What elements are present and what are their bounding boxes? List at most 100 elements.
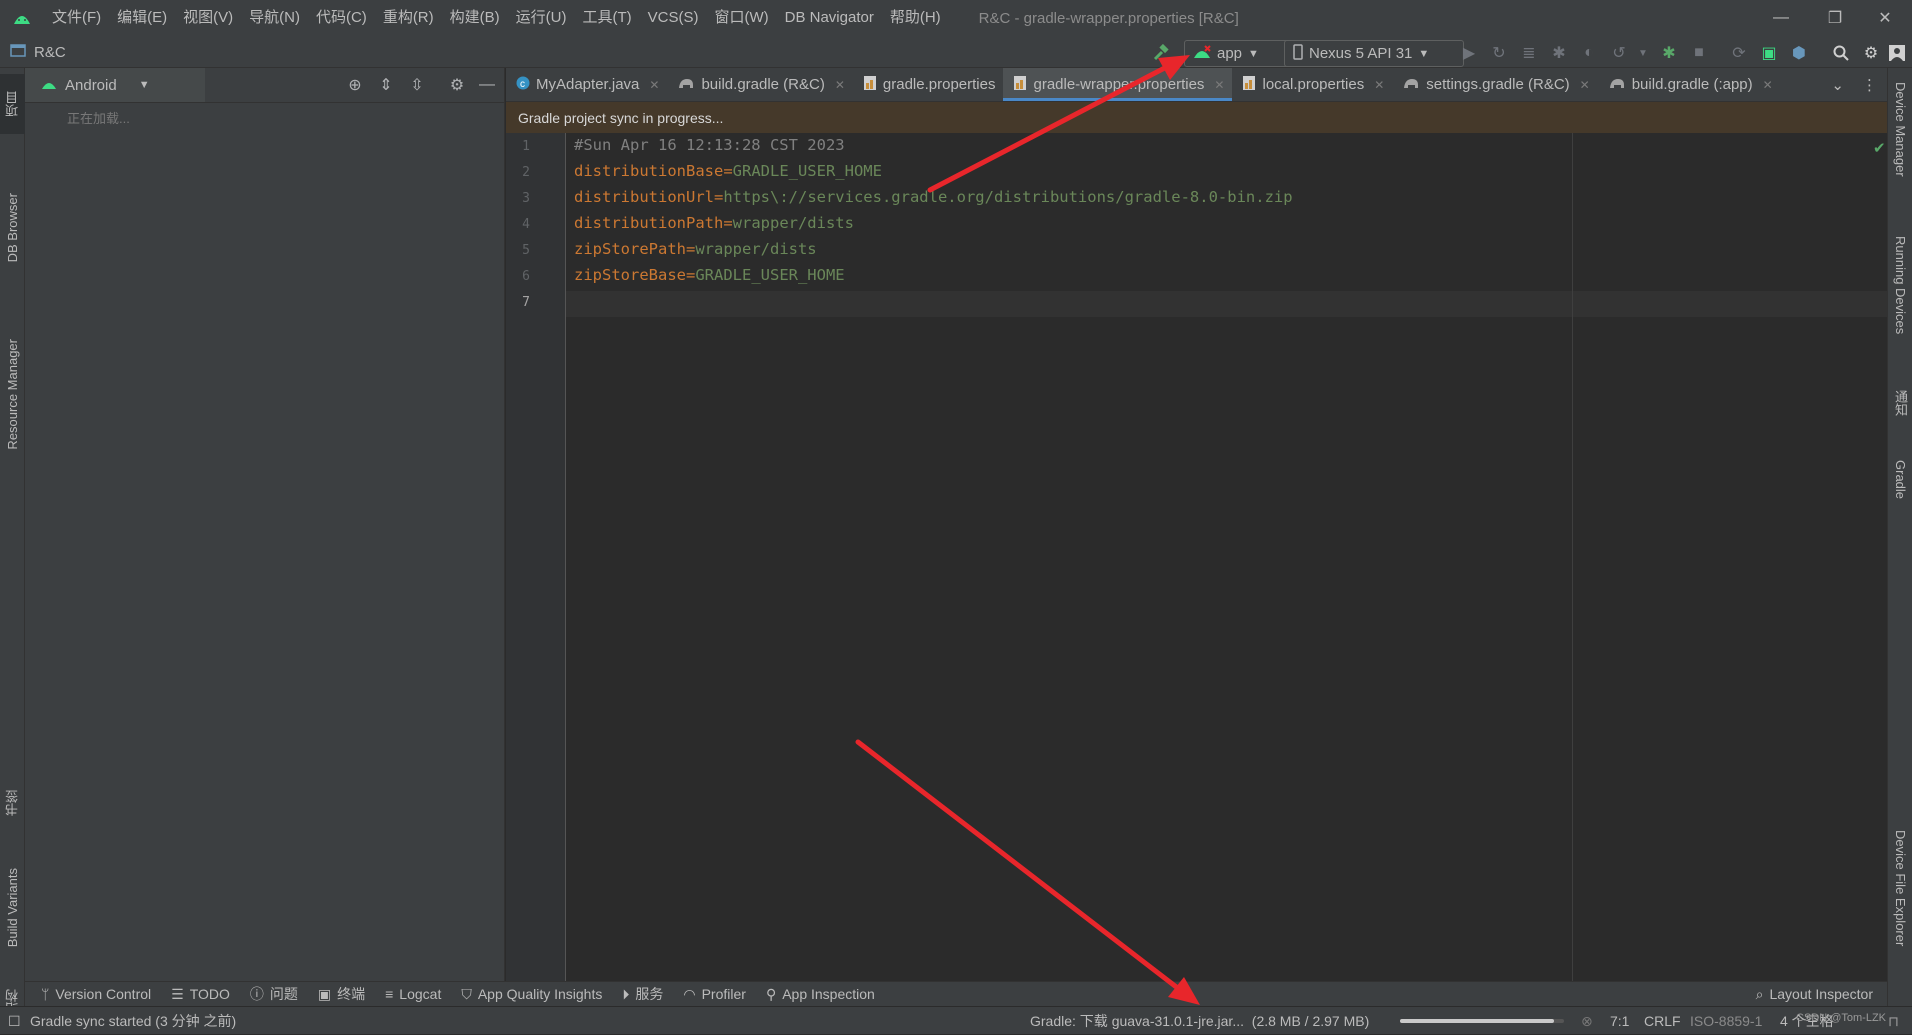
build-hammer-icon[interactable] (1150, 42, 1172, 64)
menu-help[interactable]: 帮助(H) (882, 0, 949, 36)
layout-inspector-icon: ⌕ (1755, 985, 1764, 1002)
cancel-task-icon[interactable]: ⊗ (1581, 1007, 1593, 1035)
tab-myadapter-java[interactable]: c MyAdapter.java ✕ (506, 68, 667, 101)
equals-sign: = (723, 162, 733, 180)
menu-db-navigator[interactable]: DB Navigator (777, 0, 882, 36)
caret-position[interactable]: 7:1 (1610, 1007, 1629, 1035)
close-tab-icon[interactable]: ✕ (1214, 78, 1224, 92)
sync-gradle-icon[interactable]: ⟳ (1728, 42, 1750, 64)
restore-button[interactable]: ❐ (1808, 0, 1862, 36)
tool-tab-profiler[interactable]: ◠ Profiler (673, 986, 756, 1003)
apply-changes-icon[interactable]: ↻ (1488, 42, 1510, 64)
tab-build-gradle-app[interactable]: build.gradle (:app) ✕ (1598, 68, 1781, 101)
tab-gradle-wrapper-properties[interactable]: gradle-wrapper.properties ✕ (1003, 68, 1233, 101)
close-tab-icon[interactable]: ✕ (649, 78, 659, 92)
window-title: R&C - gradle-wrapper.properties [R&C] (978, 9, 1239, 27)
tool-tab-problems[interactable]: ⓘ 问题 (240, 984, 308, 1004)
menu-tools[interactable]: 工具(T) (574, 0, 639, 36)
sdk-manager-icon[interactable]: ⬢ (1788, 42, 1810, 64)
settings-gear-icon[interactable]: ⚙ (1860, 42, 1882, 64)
file-encoding[interactable]: ISO-8859-1 (1690, 1007, 1762, 1035)
run-icon[interactable]: ▶ (1458, 42, 1480, 64)
more-options-icon[interactable]: ⋮ (1852, 68, 1887, 101)
status-message[interactable]: Gradle sync started (3 分钟 之前) (30, 1007, 236, 1035)
tool-tab-app-quality-insights[interactable]: ⛉ App Quality Insights (451, 986, 612, 1003)
menu-window[interactable]: 窗口(W) (706, 0, 776, 36)
tool-tab-bookmarks[interactable]: 书签 (0, 768, 25, 838)
tool-tab-notifications[interactable]: 通知 (1888, 390, 1912, 416)
code-line: zipStoreBase=GRADLE_USER_HOME (574, 266, 845, 284)
menu-file[interactable]: 文件(F) (44, 0, 109, 36)
menu-code[interactable]: 代码(C) (308, 0, 375, 36)
hide-panel-icon[interactable]: — (476, 74, 498, 96)
device-manager-icon[interactable]: ▣ (1758, 42, 1780, 64)
expand-all-icon[interactable]: ⇕ (375, 74, 397, 96)
menu-run[interactable]: 运行(U) (508, 0, 575, 36)
tool-tab-services[interactable]: ⏵ 服务 (612, 984, 673, 1004)
debug-icon[interactable]: ✱ (1548, 42, 1570, 64)
chevron-down-icon: ▼ (138, 79, 150, 91)
panel-settings-gear-icon[interactable]: ⚙ (446, 74, 468, 96)
tool-tab-device-manager[interactable]: Device Manager (1888, 82, 1912, 177)
apply-code-changes-icon[interactable]: ≣ (1518, 42, 1540, 64)
menu-view[interactable]: 视图(V) (175, 0, 241, 36)
collapse-all-icon[interactable]: ⇳ (406, 74, 428, 96)
logcat-icon: ≡ (385, 986, 394, 1002)
tool-tab-gradle[interactable]: Gradle (1888, 460, 1912, 499)
property-value: wrapper/dists (695, 240, 817, 258)
user-avatar-icon[interactable] (1886, 42, 1908, 64)
locate-file-icon[interactable]: ⊕ (344, 74, 366, 96)
coverage-icon[interactable]: ↺ (1608, 42, 1630, 64)
tab-local-properties[interactable]: local.properties ✕ (1232, 68, 1392, 101)
code-editor[interactable]: #Sun Apr 16 12:13:28 CST 2023 distributi… (566, 133, 1887, 981)
tool-tab-project[interactable]: 项目 (0, 74, 25, 134)
tool-tab-running-devices[interactable]: Running Devices (1888, 236, 1912, 334)
android-app-icon (1193, 44, 1211, 63)
close-tab-icon[interactable]: ✕ (1374, 78, 1384, 92)
tool-tab-resource-manager[interactable]: Resource Manager (0, 314, 25, 474)
menu-navigate[interactable]: 导航(N) (241, 0, 308, 36)
line-number: 4 (522, 217, 530, 232)
tab-settings-gradle[interactable]: settings.gradle (R&C) ✕ (1392, 68, 1597, 101)
menu-build[interactable]: 构建(B) (442, 0, 508, 36)
tool-tab-db-browser[interactable]: DB Browser (0, 148, 25, 308)
tab-build-gradle-project[interactable]: build.gradle (R&C) ✕ (667, 68, 852, 101)
device-select[interactable]: Nexus 5 API 31 ▼ (1284, 40, 1464, 67)
no-problems-check-icon[interactable]: ✔ (1873, 139, 1886, 157)
more-run-chevron-icon[interactable]: ▼ (1636, 42, 1650, 64)
tool-tab-layout-inspector[interactable]: ⌕ Layout Inspector (1746, 986, 1887, 1003)
search-icon[interactable] (1830, 42, 1852, 64)
close-tab-icon[interactable]: ✕ (835, 78, 845, 92)
status-toggle-icon[interactable]: ☐ (8, 1007, 21, 1035)
menu-refactor[interactable]: 重构(R) (375, 0, 442, 36)
close-button[interactable]: ✕ (1858, 0, 1912, 36)
stop-icon[interactable]: ■ (1688, 42, 1710, 64)
run-config-select[interactable]: app ▼ (1184, 40, 1294, 67)
tool-tab-device-file-explorer[interactable]: Device File Explorer (1888, 830, 1912, 946)
tool-tab-app-inspection[interactable]: ⚲ App Inspection (756, 986, 885, 1003)
tool-tab-logcat[interactable]: ≡ Logcat (375, 986, 451, 1002)
profile-icon[interactable]: ◐ (1578, 42, 1600, 64)
minimize-button[interactable]: — (1754, 0, 1808, 36)
line-number-current: 7 (522, 295, 530, 310)
menu-edit[interactable]: 编辑(E) (109, 0, 175, 36)
close-tab-icon[interactable]: ✕ (1580, 78, 1590, 92)
tool-tab-version-control[interactable]: ᛘ Version Control (25, 986, 161, 1002)
readonly-lock-icon[interactable]: ⊓ (1888, 1007, 1899, 1035)
project-breadcrumb[interactable]: R&C (10, 36, 66, 68)
menu-vcs[interactable]: VCS(S) (640, 0, 707, 36)
project-view-select[interactable]: Android ▼ (25, 68, 205, 102)
attach-debugger-icon[interactable]: ✱ (1658, 42, 1680, 64)
tool-tab-todo[interactable]: ☰ TODO (161, 986, 240, 1003)
close-tab-icon[interactable]: ✕ (1763, 78, 1773, 92)
chevron-down-icon: ▼ (1248, 47, 1259, 60)
tab-list-chevron-icon[interactable]: ⌄ (1823, 68, 1852, 101)
tool-tab-build-variants[interactable]: Build Variants (0, 848, 25, 968)
chevron-down-icon: ▼ (1418, 47, 1430, 60)
play-circle-icon: ⏵ (622, 985, 630, 1002)
gradle-task[interactable]: Gradle: 下载 guava-31.0.1-jre.jar... (2.8 … (1030, 1007, 1369, 1035)
tool-tab-terminal[interactable]: ▣ 终端 (308, 984, 375, 1004)
line-separator[interactable]: CRLF (1644, 1007, 1681, 1035)
properties-file-icon (1242, 75, 1256, 95)
tab-gradle-properties[interactable]: gradle.properties (853, 68, 1004, 101)
